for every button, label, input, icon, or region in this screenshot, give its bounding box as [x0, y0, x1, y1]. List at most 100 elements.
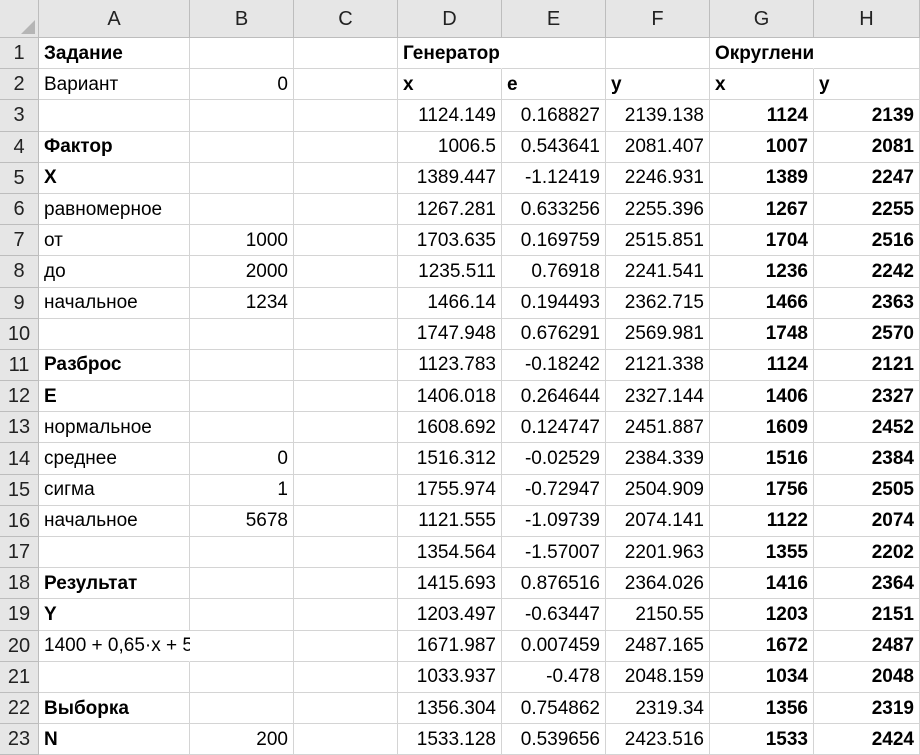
cell-b14[interactable]: 0 [190, 443, 294, 475]
cell-e2[interactable]: e [502, 69, 606, 101]
cell-a15[interactable]: сигма [39, 474, 190, 506]
cell-c6[interactable] [294, 193, 398, 226]
cell-a13[interactable]: нормальное [39, 412, 190, 444]
cell-g2[interactable]: x [710, 69, 814, 101]
cell-d7[interactable]: 1703.635 [398, 225, 502, 257]
cell-h18[interactable]: 2364 [814, 568, 920, 600]
cell-e1[interactable] [502, 38, 606, 70]
row-header-19[interactable]: 19 [0, 599, 39, 631]
column-header-c[interactable]: C [294, 0, 398, 38]
cell-e20[interactable]: 0.007459 [502, 630, 606, 662]
cell-d11[interactable]: 1123.783 [398, 349, 502, 382]
cell-e19[interactable]: -0.63447 [502, 599, 606, 631]
cell-f4[interactable]: 2081.407 [606, 131, 710, 163]
cell-c11[interactable] [294, 349, 398, 382]
cell-d4[interactable]: 1006.5 [398, 131, 502, 163]
cell-f7[interactable]: 2515.851 [606, 225, 710, 257]
cell-d21[interactable]: 1033.937 [398, 661, 502, 693]
cell-a12[interactable]: E [39, 381, 190, 413]
cell-h11[interactable]: 2121 [814, 349, 920, 382]
cell-b8[interactable]: 2000 [190, 256, 294, 288]
cell-d15[interactable]: 1755.974 [398, 474, 502, 506]
cell-d9[interactable]: 1466.14 [398, 287, 502, 319]
cell-h8[interactable]: 2242 [814, 256, 920, 288]
row-header-4[interactable]: 4 [0, 131, 39, 163]
cell-c2[interactable] [294, 69, 398, 101]
cell-f21[interactable]: 2048.159 [606, 661, 710, 693]
cell-f20[interactable]: 2487.165 [606, 630, 710, 662]
cell-g16[interactable]: 1122 [710, 505, 814, 537]
cell-b4[interactable] [190, 131, 294, 163]
cell-g1[interactable]: Округление [710, 38, 825, 70]
cell-a22[interactable]: Выборка [39, 692, 190, 725]
cell-f14[interactable]: 2384.339 [606, 443, 710, 475]
cell-e12[interactable]: 0.264644 [502, 381, 606, 413]
cell-g22[interactable]: 1356 [710, 692, 814, 725]
row-header-22[interactable]: 22 [0, 692, 39, 725]
select-all-corner[interactable] [0, 0, 39, 38]
cell-h13[interactable]: 2452 [814, 412, 920, 444]
cell-d18[interactable]: 1415.693 [398, 568, 502, 600]
cell-a16[interactable]: начальное [39, 505, 190, 537]
row-header-23[interactable]: 23 [0, 724, 39, 755]
cell-c5[interactable] [294, 162, 398, 194]
cell-c22[interactable] [294, 692, 398, 725]
cell-e6[interactable]: 0.633256 [502, 193, 606, 226]
cell-e4[interactable]: 0.543641 [502, 131, 606, 163]
cell-b3[interactable] [190, 100, 294, 132]
cell-b21[interactable] [190, 661, 294, 693]
cell-h2[interactable]: y [814, 69, 920, 101]
row-header-20[interactable]: 20 [0, 630, 39, 662]
row-header-11[interactable]: 11 [0, 349, 39, 382]
cell-f15[interactable]: 2504.909 [606, 474, 710, 506]
cell-h1[interactable] [814, 38, 920, 70]
row-header-16[interactable]: 16 [0, 505, 39, 537]
cell-e17[interactable]: -1.57007 [502, 537, 606, 569]
row-header-8[interactable]: 8 [0, 256, 39, 288]
cell-c12[interactable] [294, 381, 398, 413]
cell-g13[interactable]: 1609 [710, 412, 814, 444]
cell-a18[interactable]: Результат [39, 568, 190, 600]
cell-g20[interactable]: 1672 [710, 630, 814, 662]
cell-c21[interactable] [294, 661, 398, 693]
cell-f3[interactable]: 2139.138 [606, 100, 710, 132]
row-header-3[interactable]: 3 [0, 100, 39, 132]
cell-a1[interactable]: Задание [39, 38, 190, 70]
cell-g23[interactable]: 1533 [710, 724, 814, 755]
cell-h14[interactable]: 2384 [814, 443, 920, 475]
cell-a23[interactable]: N [39, 724, 190, 755]
cell-h19[interactable]: 2151 [814, 599, 920, 631]
column-header-g[interactable]: G [710, 0, 814, 38]
cell-e15[interactable]: -0.72947 [502, 474, 606, 506]
row-header-14[interactable]: 14 [0, 443, 39, 475]
cell-a10[interactable] [39, 318, 190, 350]
cell-h6[interactable]: 2255 [814, 193, 920, 226]
cell-h21[interactable]: 2048 [814, 661, 920, 693]
cell-a19[interactable]: Y [39, 599, 190, 631]
cell-f13[interactable]: 2451.887 [606, 412, 710, 444]
cell-c20[interactable] [294, 630, 398, 662]
cell-d3[interactable]: 1124.149 [398, 100, 502, 132]
cell-b5[interactable] [190, 162, 294, 194]
cell-b1[interactable] [190, 38, 294, 70]
cell-c4[interactable] [294, 131, 398, 163]
cell-h20[interactable]: 2487 [814, 630, 920, 662]
cell-f2[interactable]: y [606, 69, 710, 101]
cell-e22[interactable]: 0.754862 [502, 692, 606, 725]
cell-a9[interactable]: начальное [39, 287, 190, 319]
cell-e5[interactable]: -1.12419 [502, 162, 606, 194]
row-header-6[interactable]: 6 [0, 193, 39, 226]
cell-f1[interactable] [606, 38, 710, 70]
cell-g15[interactable]: 1756 [710, 474, 814, 506]
cell-b22[interactable] [190, 692, 294, 725]
cell-g7[interactable]: 1704 [710, 225, 814, 257]
cell-d17[interactable]: 1354.564 [398, 537, 502, 569]
cell-e14[interactable]: -0.02529 [502, 443, 606, 475]
cell-d22[interactable]: 1356.304 [398, 692, 502, 725]
column-header-e[interactable]: E [502, 0, 606, 38]
cell-g5[interactable]: 1389 [710, 162, 814, 194]
cell-g17[interactable]: 1355 [710, 537, 814, 569]
cell-f6[interactable]: 2255.396 [606, 193, 710, 226]
cell-a20[interactable]: 1400 + 0,65·x + 50·e [39, 630, 220, 662]
cell-b15[interactable]: 1 [190, 474, 294, 506]
